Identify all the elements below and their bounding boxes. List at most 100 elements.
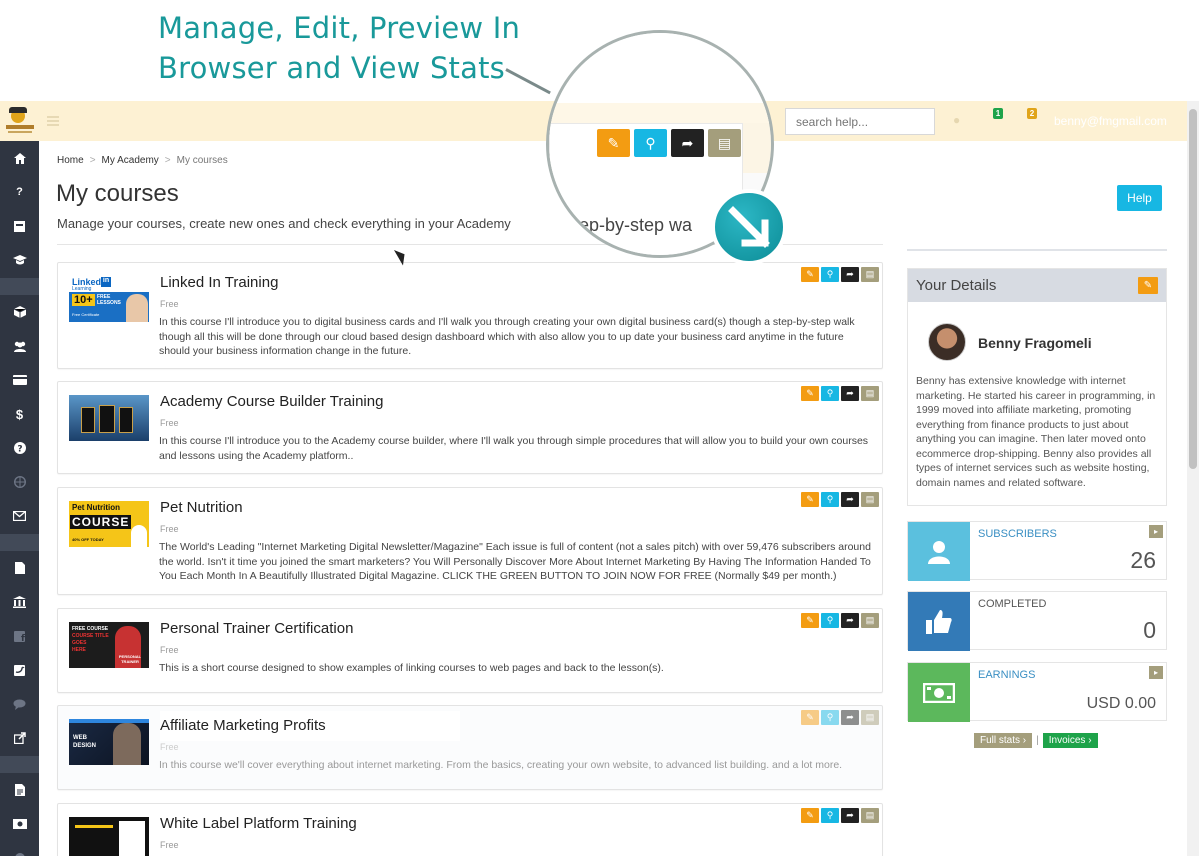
magnified-text: ep-by-step wa (579, 215, 693, 235)
breadcrumb-home[interactable]: Home (57, 155, 84, 166)
preview-button[interactable]: ⚲ (821, 808, 839, 823)
edit-details-button[interactable]: ✎ (1138, 277, 1158, 294)
magnified-edit-button[interactable]: ✎ (597, 129, 630, 157)
notification-badge[interactable]: 1 (993, 108, 1003, 119)
sidebar-file-text-icon[interactable] (0, 773, 39, 807)
chevron-right-icon: › (1022, 735, 1027, 746)
sidebar-home-icon[interactable] (0, 141, 39, 175)
share-button[interactable]: ➦ (841, 808, 859, 823)
breadcrumb-academy[interactable]: My Academy (102, 155, 159, 166)
app-logo[interactable] (6, 107, 34, 135)
user-email[interactable]: benny@fmgmail.com (1054, 114, 1167, 128)
preview-button[interactable]: ⚲ (821, 710, 839, 725)
stats-button[interactable]: ▤ (861, 710, 879, 725)
course-title[interactable]: White Label Platform Training (160, 815, 357, 832)
message-badge[interactable]: 2 (1027, 108, 1037, 119)
course-title[interactable]: Affiliate Marketing Profits (160, 717, 326, 734)
sidebar-bank-icon[interactable] (0, 585, 39, 619)
sidebar-help-icon[interactable]: ? (0, 175, 39, 209)
avatar (928, 323, 966, 361)
stats-button[interactable]: ▤ (861, 808, 879, 823)
magnified-share-button[interactable]: ➦ (671, 129, 704, 157)
course-title[interactable]: Linked In Training (160, 274, 278, 291)
course-description: In this course I'll introduce you to dig… (159, 316, 855, 357)
magnified-preview-button[interactable]: ⚲ (634, 129, 667, 157)
sidebar-question-circle-icon[interactable]: ? (0, 431, 39, 465)
stats-separator: | (1036, 735, 1039, 746)
invoices-button[interactable]: Invoices › (1042, 733, 1098, 748)
full-stats-button[interactable]: Full stats › (974, 733, 1033, 748)
course-thumbnail[interactable] (69, 817, 149, 856)
sidebar-graduation-cap-icon[interactable] (0, 243, 39, 277)
chevron-right-icon[interactable]: ▸ (1149, 666, 1163, 679)
earnings-stat: EARNINGS ▸ USD 0.00 (907, 662, 1167, 722)
sidebar-comments-icon[interactable] (0, 687, 39, 721)
thumb-box (81, 407, 95, 433)
page-scrollbar[interactable] (1187, 101, 1199, 856)
preview-button[interactable]: ⚲ (821, 386, 839, 401)
course-title[interactable]: Personal Trainer Certification (160, 620, 353, 637)
course-thumbnail[interactable]: FREE COURSE COURSE TITLE GOES HERE PERSO… (69, 622, 149, 668)
sidebar-extra-icon[interactable] (0, 841, 39, 856)
sidebar-users-icon[interactable] (0, 329, 39, 363)
edit-button[interactable]: ✎ (801, 267, 819, 282)
course-price: Free (160, 742, 179, 752)
sidebar-envelope-icon[interactable] (0, 499, 39, 533)
sidebar-facebook-icon[interactable]: f (0, 619, 39, 653)
sidebar-cube-icon[interactable] (0, 295, 39, 329)
sidebar-box-icon[interactable] (0, 209, 39, 243)
earnings-label[interactable]: EARNINGS (978, 669, 1035, 681)
thumb-count: 10+ (72, 294, 95, 306)
sidebar-share-icon[interactable] (0, 721, 39, 755)
edit-button[interactable]: ✎ (801, 386, 819, 401)
share-button[interactable]: ➦ (841, 613, 859, 628)
thumb-accent (69, 719, 149, 723)
sidebar-twitter-icon[interactable] (0, 653, 39, 687)
user-icon[interactable]: ● (953, 113, 960, 127)
help-button[interactable]: Help (1117, 185, 1162, 211)
course-thumbnail[interactable] (69, 395, 149, 441)
sidebar-globe-icon[interactable] (0, 465, 39, 499)
course-description: In this course we'll cover everything ab… (159, 759, 843, 771)
stats-button[interactable]: ▤ (861, 386, 879, 401)
course-description: In this course I'll introduce you to the… (159, 435, 869, 462)
course-thumbnail[interactable]: WEB DESIGN (69, 719, 149, 765)
edit-button[interactable]: ✎ (801, 710, 819, 725)
course-title[interactable]: Academy Course Builder Training (160, 393, 383, 410)
bar-chart-icon: ▤ (865, 810, 875, 820)
edit-button[interactable]: ✎ (801, 492, 819, 507)
preview-button[interactable]: ⚲ (821, 267, 839, 282)
course-thumbnail[interactable]: Pet Nutrition COURSE 40% OFF TODAY (69, 501, 149, 547)
sidebar-dollar-icon[interactable]: $ (0, 397, 39, 431)
subscribers-label[interactable]: SUBSCRIBERS (978, 528, 1057, 540)
share-arrow-icon: ➦ (846, 269, 854, 279)
share-button[interactable]: ➦ (841, 492, 859, 507)
search-input[interactable] (785, 108, 935, 135)
share-button[interactable]: ➦ (841, 386, 859, 401)
sidebar-money-icon[interactable] (0, 807, 39, 841)
thumb-course-label: COURSE (70, 515, 132, 529)
share-button[interactable]: ➦ (841, 710, 859, 725)
scrollbar-thumb[interactable] (1189, 109, 1197, 469)
subscribers-value: 26 (1130, 547, 1156, 573)
menu-toggle-icon[interactable] (47, 116, 59, 126)
bar-chart-icon: ▤ (865, 712, 875, 722)
sidebar-credit-card-icon[interactable] (0, 363, 39, 397)
magnified-stats-button[interactable]: ▤ (708, 129, 741, 157)
chevron-right-icon[interactable]: ▸ (1149, 525, 1163, 538)
share-button[interactable]: ➦ (841, 267, 859, 282)
pencil-icon: ✎ (607, 134, 620, 151)
course-thumbnail[interactable]: Linked in Learning 10+ FREE LESSONS Free… (69, 276, 149, 322)
stats-button[interactable]: ▤ (861, 492, 879, 507)
edit-button[interactable]: ✎ (801, 808, 819, 823)
stats-button[interactable]: ▤ (861, 267, 879, 282)
course-title[interactable]: Pet Nutrition (160, 499, 243, 516)
preview-button[interactable]: ⚲ (821, 613, 839, 628)
thumb-person (113, 723, 141, 765)
full-stats-label: Full stats (980, 735, 1021, 746)
preview-button[interactable]: ⚲ (821, 492, 839, 507)
promo-line-1: Manage, Edit, Preview In (158, 11, 521, 45)
sidebar-document-icon[interactable] (0, 551, 39, 585)
stats-button[interactable]: ▤ (861, 613, 879, 628)
edit-button[interactable]: ✎ (801, 613, 819, 628)
